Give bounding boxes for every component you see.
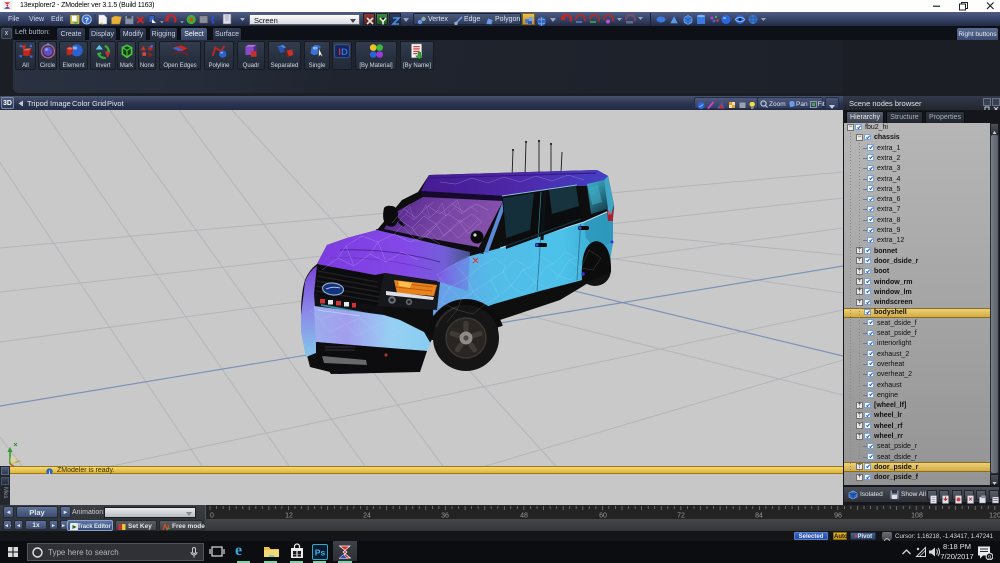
svg-text:Ps: Ps — [315, 548, 326, 558]
svg-text:60: 60 — [599, 513, 607, 520]
svg-text:108: 108 — [911, 513, 923, 520]
svg-text:9: 9 — [988, 555, 991, 560]
svg-text:120: 120 — [989, 513, 1000, 520]
svg-text:36: 36 — [441, 513, 449, 520]
svg-text:72: 72 — [677, 513, 685, 520]
svg-text:12: 12 — [285, 513, 293, 520]
svg-text:24: 24 — [363, 513, 371, 520]
svg-text:?: ? — [84, 15, 89, 24]
svg-text:0: 0 — [210, 513, 214, 520]
svg-text:96: 96 — [834, 513, 842, 520]
svg-text:48: 48 — [520, 513, 528, 520]
svg-text:D: D — [341, 47, 348, 57]
svg-text:84: 84 — [755, 513, 763, 520]
